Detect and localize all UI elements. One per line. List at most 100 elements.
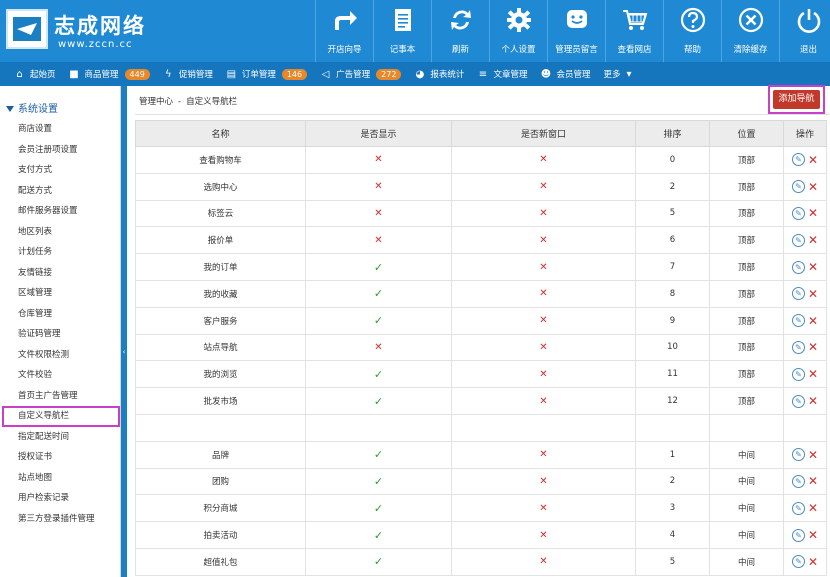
cross-icon[interactable]: ✕ xyxy=(374,154,382,165)
check-icon[interactable]: ✓ xyxy=(374,287,383,300)
tool-button-5[interactable]: 查看网店 xyxy=(605,0,663,62)
tool-button-7[interactable]: 清除缓存 xyxy=(721,0,779,62)
delete-icon[interactable]: ✕ xyxy=(808,154,818,166)
nav-item-6[interactable]: ≡ 文章管理 xyxy=(477,68,528,81)
delete-icon[interactable]: ✕ xyxy=(808,368,818,380)
edit-icon[interactable]: ✎ xyxy=(791,233,805,247)
cross-icon[interactable]: ✕ xyxy=(539,342,547,353)
cross-icon[interactable]: ✕ xyxy=(539,154,547,165)
nav-item-0[interactable]: ⌂ 起始页 xyxy=(14,68,55,81)
delete-icon[interactable]: ✕ xyxy=(808,261,818,273)
sidebar-item[interactable]: 计划任务 xyxy=(0,242,121,263)
cross-icon[interactable]: ✕ xyxy=(539,503,547,514)
tool-button-6[interactable]: 帮助 xyxy=(663,0,721,62)
nav-item-5[interactable]: ◕ 报表统计 xyxy=(414,68,465,81)
nav-item-2[interactable]: ϟ 促销管理 xyxy=(163,68,213,81)
nav-item-1[interactable]: ■ 商品管理 449 xyxy=(69,68,150,80)
cross-icon[interactable]: ✕ xyxy=(374,235,382,246)
nav-item-7[interactable]: ☻ 会员管理 xyxy=(540,68,591,81)
sidebar-item[interactable]: 支付方式 xyxy=(0,160,121,181)
cross-icon[interactable]: ✕ xyxy=(539,369,547,380)
tool-button-3[interactable]: 个人设置 xyxy=(489,0,547,62)
cross-icon[interactable]: ✕ xyxy=(539,288,547,299)
check-icon[interactable]: ✓ xyxy=(374,555,383,568)
edit-icon[interactable]: ✎ xyxy=(791,206,805,220)
sidebar-item[interactable]: 第三方登录插件管理 xyxy=(0,509,121,530)
sidebar-item[interactable]: 配送方式 xyxy=(0,181,121,202)
add-nav-button[interactable]: 添加导航 xyxy=(773,90,820,109)
sidebar-item[interactable]: 自定义导航栏 xyxy=(2,406,120,427)
cross-icon[interactable]: ✕ xyxy=(374,342,382,353)
tool-button-0[interactable]: 开店向导 xyxy=(315,0,373,62)
edit-icon[interactable]: ✎ xyxy=(791,314,805,328)
sidebar-item[interactable]: 文件权限检测 xyxy=(0,345,121,366)
edit-icon[interactable]: ✎ xyxy=(791,528,805,542)
delete-icon[interactable]: ✕ xyxy=(808,181,818,193)
sidebar-item[interactable]: 地区列表 xyxy=(0,222,121,243)
cross-icon[interactable]: ✕ xyxy=(539,556,547,567)
sidebar-item[interactable]: 友情链接 xyxy=(0,263,121,284)
edit-icon[interactable]: ✎ xyxy=(791,180,805,194)
sidebar-item[interactable]: 用户检索记录 xyxy=(0,488,121,509)
nav-item-4[interactable]: ◁ 广告管理 272 xyxy=(320,68,402,80)
check-icon[interactable]: ✓ xyxy=(374,502,383,515)
delete-icon[interactable]: ✕ xyxy=(808,234,818,246)
sidebar-section-title[interactable]: 系统设置 xyxy=(6,100,58,115)
breadcrumb-root[interactable]: 管理中心 xyxy=(139,97,173,107)
nav-item-3[interactable]: ▤ 订单管理 146 xyxy=(226,68,308,80)
delete-icon[interactable]: ✕ xyxy=(808,341,818,353)
cross-icon[interactable]: ✕ xyxy=(539,476,547,487)
edit-icon[interactable]: ✎ xyxy=(791,394,805,408)
tool-button-1[interactable]: 记事本 xyxy=(373,0,431,62)
sidebar-item[interactable]: 文件校验 xyxy=(0,365,121,386)
delete-icon[interactable]: ✕ xyxy=(808,288,818,300)
sidebar-item[interactable]: 会员注册项设置 xyxy=(0,140,121,161)
sidebar-item[interactable]: 站点地图 xyxy=(0,468,121,489)
cross-icon[interactable]: ✕ xyxy=(374,181,382,192)
sidebar-item[interactable]: 指定配送时间 xyxy=(0,427,121,448)
sidebar-item[interactable]: 商店设置 xyxy=(0,119,121,140)
nav-item-8[interactable]: 更多 ▾ xyxy=(603,68,639,81)
logo[interactable]: 志成网络 www.zccn.cc xyxy=(6,6,146,56)
delete-icon[interactable]: ✕ xyxy=(808,315,818,327)
edit-icon[interactable]: ✎ xyxy=(791,448,805,462)
sidebar-item[interactable]: 仓库管理 xyxy=(0,304,121,325)
sidebar-item[interactable]: 授权证书 xyxy=(0,447,121,468)
sidebar-item[interactable]: 验证码管理 xyxy=(0,324,121,345)
check-icon[interactable]: ✓ xyxy=(374,261,383,274)
delete-icon[interactable]: ✕ xyxy=(808,529,818,541)
cross-icon[interactable]: ✕ xyxy=(539,449,547,460)
edit-icon[interactable]: ✎ xyxy=(791,474,805,488)
check-icon[interactable]: ✓ xyxy=(374,395,383,408)
sidebar-item[interactable]: 首页主广告管理 xyxy=(0,386,121,407)
edit-icon[interactable]: ✎ xyxy=(791,287,805,301)
cross-icon[interactable]: ✕ xyxy=(374,208,382,219)
check-icon[interactable]: ✓ xyxy=(374,314,383,327)
sidebar-item[interactable]: 邮件服务器设置 xyxy=(0,201,121,222)
sidebar-item[interactable]: 区域管理 xyxy=(0,283,121,304)
cross-icon[interactable]: ✕ xyxy=(539,315,547,326)
delete-icon[interactable]: ✕ xyxy=(808,449,818,461)
edit-icon[interactable]: ✎ xyxy=(791,260,805,274)
cross-icon[interactable]: ✕ xyxy=(539,235,547,246)
check-icon[interactable]: ✓ xyxy=(374,448,383,461)
check-icon[interactable]: ✓ xyxy=(374,475,383,488)
delete-icon[interactable]: ✕ xyxy=(808,395,818,407)
tool-button-8[interactable]: 退出 xyxy=(779,0,830,62)
cross-icon[interactable]: ✕ xyxy=(539,530,547,541)
cross-icon[interactable]: ✕ xyxy=(539,181,547,192)
check-icon[interactable]: ✓ xyxy=(374,368,383,381)
check-icon[interactable]: ✓ xyxy=(374,529,383,542)
delete-icon[interactable]: ✕ xyxy=(808,475,818,487)
cross-icon[interactable]: ✕ xyxy=(539,396,547,407)
edit-icon[interactable]: ✎ xyxy=(791,153,805,167)
edit-icon[interactable]: ✎ xyxy=(791,501,805,515)
delete-icon[interactable]: ✕ xyxy=(808,556,818,568)
delete-icon[interactable]: ✕ xyxy=(808,207,818,219)
delete-icon[interactable]: ✕ xyxy=(808,502,818,514)
cross-icon[interactable]: ✕ xyxy=(539,262,547,273)
edit-icon[interactable]: ✎ xyxy=(791,367,805,381)
tool-button-2[interactable]: 刷新 xyxy=(431,0,489,62)
edit-icon[interactable]: ✎ xyxy=(791,340,805,354)
tool-button-4[interactable]: 管理员留言 xyxy=(547,0,605,62)
